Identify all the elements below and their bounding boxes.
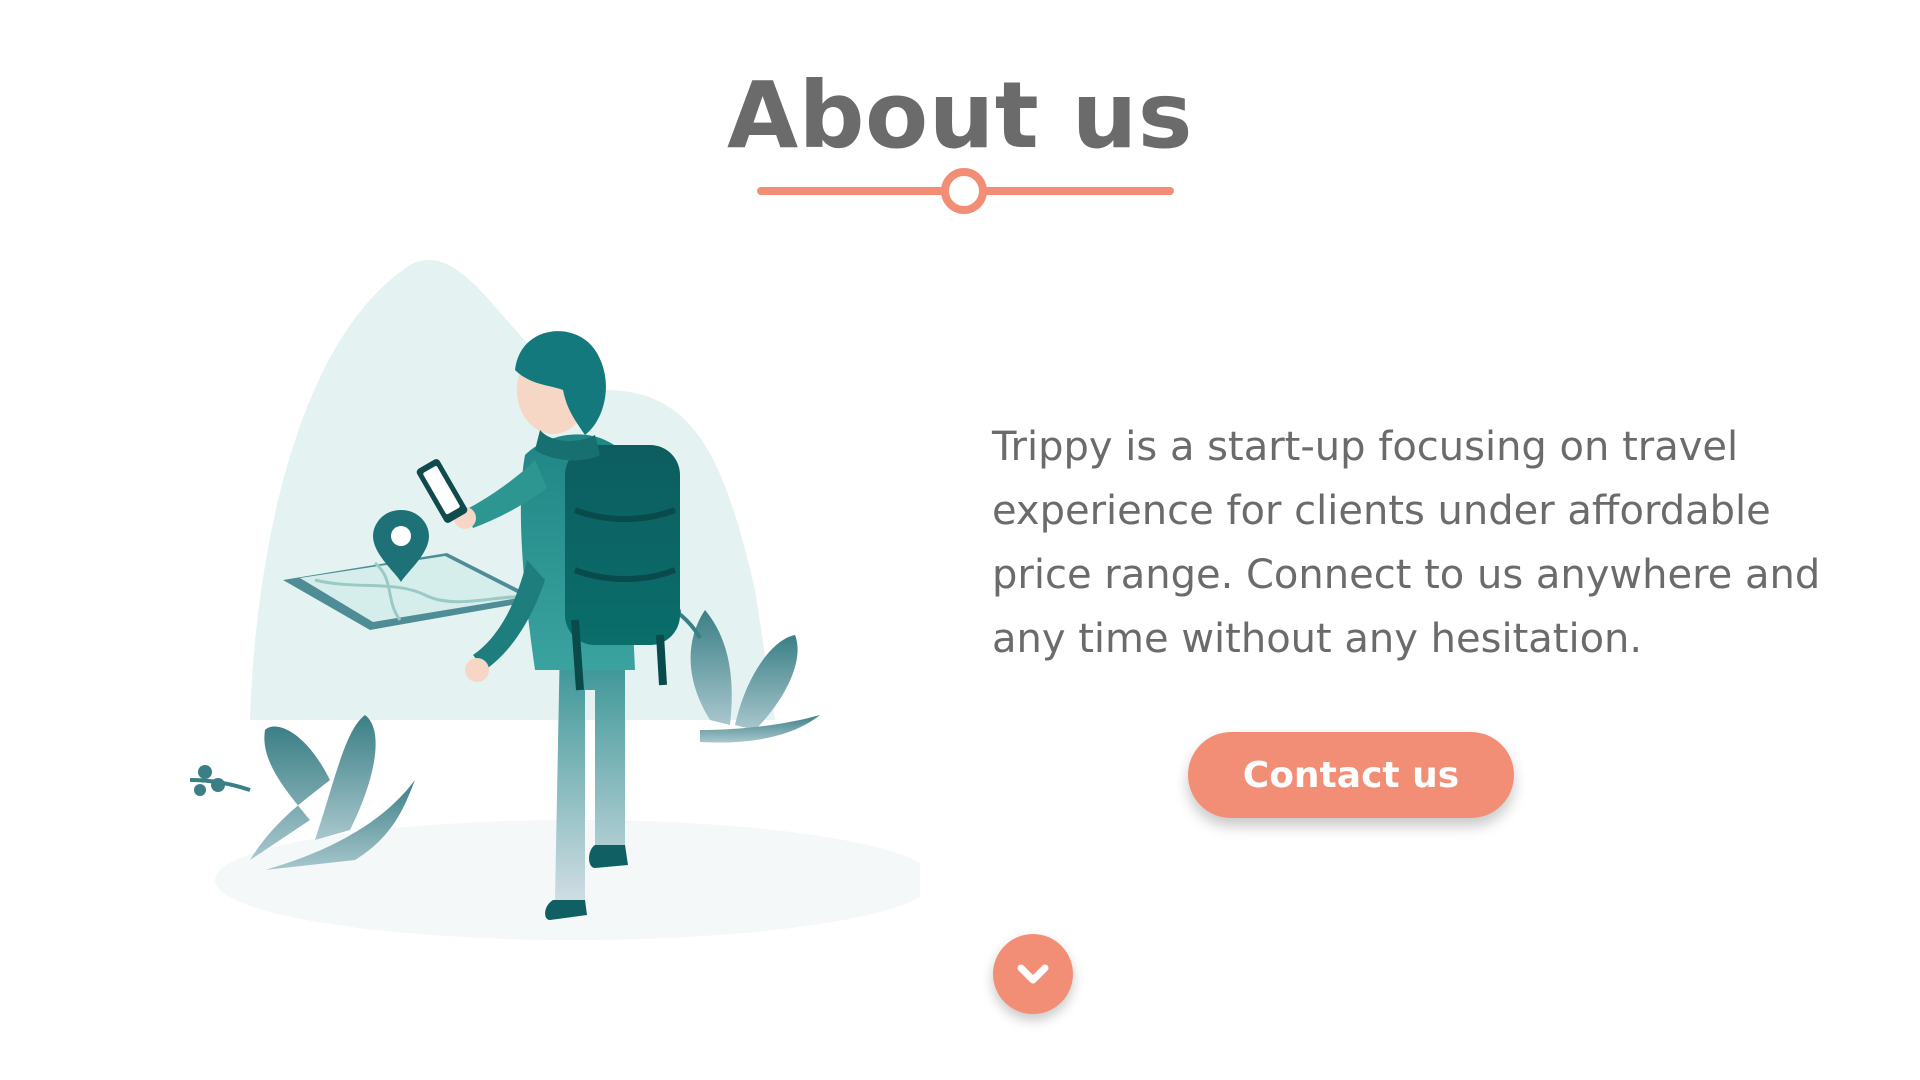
scroll-down-button[interactable]: [993, 934, 1073, 1014]
about-description: Trippy is a start-up focusing on travel …: [992, 424, 1821, 662]
chevron-down-icon: [1017, 964, 1049, 984]
page-title: About us: [726, 62, 1194, 169]
contact-us-button[interactable]: Contact us: [1188, 732, 1514, 818]
traveler-illustration: [189, 260, 920, 940]
title-divider-circle: [941, 168, 987, 214]
backpack-icon: [565, 445, 680, 645]
